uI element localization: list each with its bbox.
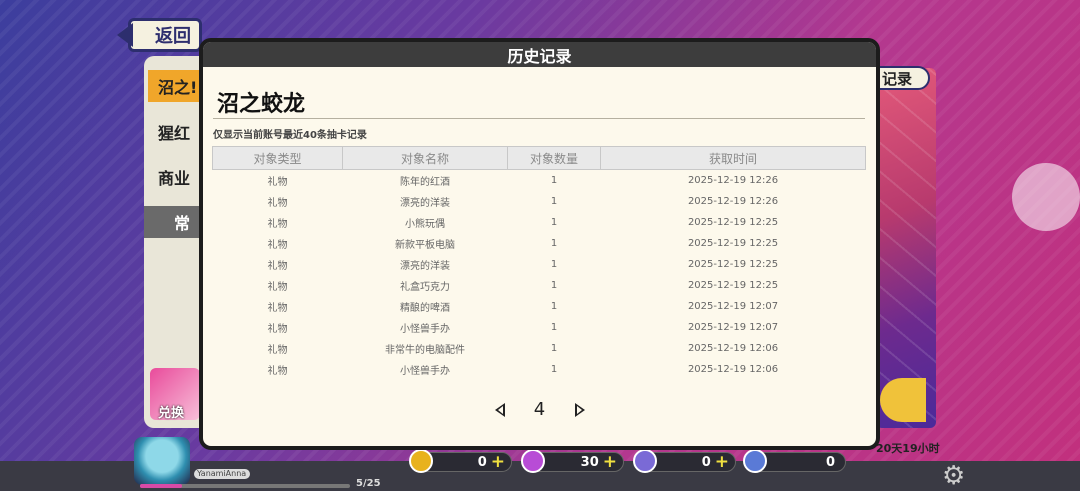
table-cell: 1 xyxy=(550,363,558,375)
col-header-name: 对象名称 xyxy=(342,146,508,170)
gem-value: 30 xyxy=(580,454,599,470)
back-arrow-icon xyxy=(117,23,133,47)
pagination: 4 xyxy=(203,399,876,420)
table-row: 礼物 礼盒巧克力 1 2025-12-19 12:25 xyxy=(213,275,866,296)
table-cell: 陈年的红酒 xyxy=(400,176,450,188)
event-timer: 20天19小时 xyxy=(876,442,940,455)
ticket-plus-button[interactable]: + xyxy=(715,452,729,472)
banner-rays xyxy=(876,68,936,428)
exchange-label: 兑换 xyxy=(158,406,185,421)
table-cell: 2025-12-19 12:25 xyxy=(687,237,779,249)
table-cell: 礼盒巧克力 xyxy=(400,281,450,293)
table-row: 礼物 小怪兽手办 1 2025-12-19 12:06 xyxy=(213,359,866,380)
player-name: YanamiAnna xyxy=(194,469,250,479)
table-cell: 1 xyxy=(550,342,558,354)
xp-text: 5/25 xyxy=(356,478,381,489)
gem-plus-button[interactable]: + xyxy=(603,452,617,472)
table-cell: 2025-12-19 12:26 xyxy=(687,174,779,186)
xp-fill xyxy=(140,484,182,488)
table-cell: 礼物 xyxy=(267,218,288,230)
table-cell: 2025-12-19 12:25 xyxy=(687,258,779,270)
page-number: 4 xyxy=(533,399,546,420)
table-cell: 礼物 xyxy=(267,197,288,209)
card-value: 0 xyxy=(825,454,835,470)
table-cell: 1 xyxy=(550,258,558,270)
table-cell: 1 xyxy=(550,279,558,291)
table-cell: 礼物 xyxy=(267,365,288,377)
purple-gem-icon xyxy=(521,449,545,473)
back-label: 返回 xyxy=(155,26,191,47)
record-note: 仅显示当前账号最近40条抽卡记录 xyxy=(213,130,367,141)
table-cell: 1 xyxy=(550,237,558,249)
ticket-icon xyxy=(633,449,657,473)
table-row: 礼物 新款平板电脑 1 2025-12-19 12:25 xyxy=(213,233,866,254)
back-button[interactable]: 返回 xyxy=(117,18,202,52)
resource-card: 0 xyxy=(743,449,846,473)
table-cell: 2025-12-19 12:25 xyxy=(687,279,779,291)
table-cell: 2025-12-19 12:26 xyxy=(687,195,779,207)
table-cell: 2025-12-19 12:06 xyxy=(687,342,779,354)
floating-assist-button[interactable] xyxy=(1012,163,1080,231)
table-cell: 1 xyxy=(550,216,558,228)
table-cell: 2025-12-19 12:25 xyxy=(687,216,779,228)
table-row: 礼物 陈年的红酒 1 2025-12-19 12:26 xyxy=(213,170,866,191)
divider xyxy=(213,118,865,119)
table-cell: 礼物 xyxy=(267,302,288,314)
modal-header: 历史记录 xyxy=(203,42,876,67)
pool-title: 沼之蛟龙 xyxy=(217,92,306,117)
table-header-row: 对象类型 对象名称 对象数量 获取时间 xyxy=(212,146,866,170)
table-row: 礼物 小怪兽手办 1 2025-12-19 12:07 xyxy=(213,317,866,338)
table-cell: 小熊玩偶 xyxy=(405,218,445,230)
table-cell: 2025-12-19 12:06 xyxy=(687,363,779,375)
table-row: 礼物 非常牛的电脑配件 1 2025-12-19 12:06 xyxy=(213,338,866,359)
table-cell: 2025-12-19 12:07 xyxy=(687,300,779,312)
table-cell: 精酿的啤酒 xyxy=(400,302,450,314)
table-cell: 1 xyxy=(550,174,558,186)
banner-art-panel xyxy=(876,68,936,428)
records-table: 对象类型 对象名称 对象数量 获取时间 礼物 陈年的红酒 1 2025-12-19 1… xyxy=(212,146,866,380)
table-cell: 漂亮的洋装 xyxy=(400,197,450,209)
resource-gem: 30 + xyxy=(521,449,624,473)
table-cell: 1 xyxy=(550,300,558,312)
table-cell: 新款平板电脑 xyxy=(395,239,455,251)
col-header-count: 对象数量 xyxy=(507,146,601,170)
table-cell: 礼物 xyxy=(267,176,288,188)
table-row: 礼物 小熊玩偶 1 2025-12-19 12:25 xyxy=(213,212,866,233)
card-icon xyxy=(743,449,767,473)
table-cell: 礼物 xyxy=(267,344,288,356)
table-cell: 礼物 xyxy=(267,323,288,335)
history-modal: 历史记录 沼之蛟龙 仅显示当前账号最近40条抽卡记录 对象类型 对象名称 对象数… xyxy=(199,38,880,450)
table-cell: 小怪兽手办 xyxy=(400,365,450,377)
gold-value: 0 xyxy=(477,454,487,470)
avatar[interactable] xyxy=(134,437,190,485)
modal-title: 历史记录 xyxy=(507,46,572,66)
table-row: 礼物 精酿的啤酒 1 2025-12-19 12:07 xyxy=(213,296,866,317)
resource-gold: 0 + xyxy=(409,449,512,473)
gear-icon[interactable]: ⚙ xyxy=(942,461,965,491)
table-cell: 礼物 xyxy=(267,260,288,272)
gold-coin-icon xyxy=(409,449,433,473)
gold-plus-button[interactable]: + xyxy=(491,452,505,472)
col-header-type: 对象类型 xyxy=(212,146,343,170)
resource-ticket: 0 + xyxy=(633,449,736,473)
table-cell: 礼物 xyxy=(267,281,288,293)
xp-bar xyxy=(140,484,350,488)
col-header-time: 获取时间 xyxy=(600,146,866,170)
table-cell: 小怪兽手办 xyxy=(400,323,450,335)
table-row: 礼物 漂亮的洋装 1 2025-12-19 12:26 xyxy=(213,191,866,212)
prev-page-icon[interactable] xyxy=(494,402,505,417)
table-cell: 漂亮的洋装 xyxy=(400,260,450,272)
ticket-value: 0 xyxy=(701,454,711,470)
table-row: 礼物 漂亮的洋装 1 2025-12-19 12:25 xyxy=(213,254,866,275)
table-cell: 非常牛的电脑配件 xyxy=(385,344,465,356)
shop-badge[interactable] xyxy=(880,378,926,422)
table-cell: 1 xyxy=(550,195,558,207)
table-cell: 礼物 xyxy=(267,239,288,251)
table-cell: 2025-12-19 12:07 xyxy=(687,321,779,333)
next-page-icon[interactable] xyxy=(574,402,585,417)
table-cell: 1 xyxy=(550,321,558,333)
